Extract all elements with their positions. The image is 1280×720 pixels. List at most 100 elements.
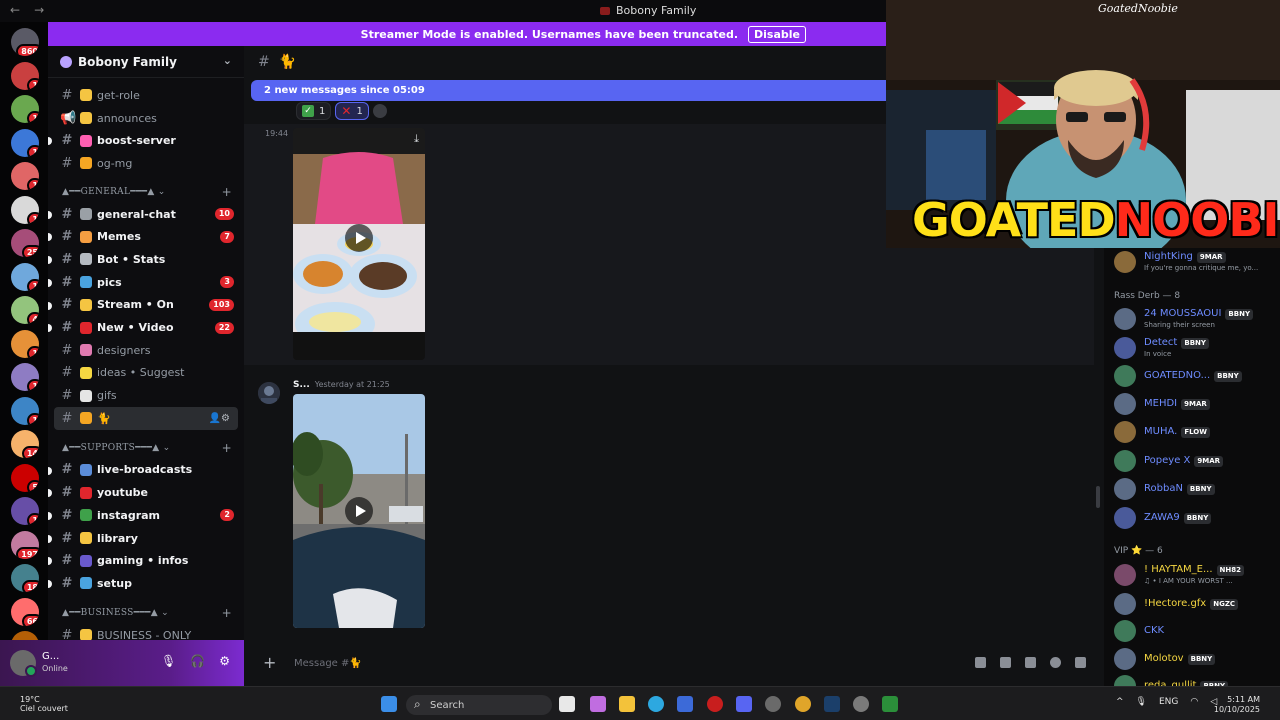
channel-item[interactable]: # Bot • Stats xyxy=(48,248,244,271)
server-icon[interactable]: 1 xyxy=(11,262,39,291)
chrome-icon[interactable] xyxy=(795,696,811,712)
headphones-icon[interactable]: 🎧 xyxy=(190,654,205,668)
server-icon[interactable]: 1 xyxy=(11,162,39,190)
channel-item[interactable]: # get-role xyxy=(48,84,244,107)
discord-icon[interactable] xyxy=(736,696,752,712)
member-item[interactable]: Popeye X 9MAR xyxy=(1114,450,1276,472)
server-icon[interactable]: 66 xyxy=(11,597,39,626)
channel-item[interactable]: # designers xyxy=(48,339,244,362)
channel-item[interactable]: # New • Video 22 xyxy=(48,316,244,339)
back-icon[interactable]: ← xyxy=(10,3,20,17)
taskbar-search[interactable]: Search xyxy=(406,695,552,715)
message-author[interactable]: S... Yesterday at 21:25 xyxy=(293,380,390,390)
channel-item[interactable]: # gaming • infos xyxy=(48,549,244,572)
member-item[interactable]: Detect BBNY In voice xyxy=(1114,337,1276,359)
gif-icon[interactable] xyxy=(1000,657,1011,668)
server-icon[interactable]: 1 xyxy=(11,195,39,224)
channel-item[interactable]: # pics 3 xyxy=(48,271,244,294)
category-business[interactable]: ▲━━ BUSINESS ━━━▲ ⌄ + xyxy=(48,602,244,624)
member-item[interactable]: RobbaN BBNY xyxy=(1114,478,1276,500)
chevron-up-icon[interactable]: ^ xyxy=(1116,697,1124,707)
channel-item[interactable]: # boost-server xyxy=(48,129,244,152)
play-button[interactable] xyxy=(345,497,373,525)
channel-item[interactable]: # general-chat 10 xyxy=(48,203,244,226)
server-icon[interactable]: 197 xyxy=(11,530,39,559)
channel-item[interactable]: # live-broadcasts xyxy=(48,459,244,482)
add-channel-icon[interactable]: + xyxy=(222,185,232,199)
channel-item[interactable]: # library xyxy=(48,527,244,550)
scrollbar-thumb[interactable] xyxy=(1096,486,1100,508)
user-info[interactable]: G... Online xyxy=(42,651,68,675)
video-attachment-street[interactable] xyxy=(293,394,425,628)
server-icon[interactable]: 1 xyxy=(11,396,39,425)
steam-icon[interactable] xyxy=(824,696,840,712)
video-attachment-food[interactable]: ⤓ xyxy=(293,128,425,360)
category-general[interactable]: ▲━━ GENERAL ━━━▲ ⌄ + xyxy=(48,181,244,203)
channel-item[interactable]: # instagram 2 xyxy=(48,504,244,527)
channel-item[interactable]: # youtube xyxy=(48,481,244,504)
channel-item[interactable]: # Stream • On 103 xyxy=(48,294,244,317)
play-button[interactable] xyxy=(345,224,373,252)
server-icon[interactable]: 4 xyxy=(11,296,39,324)
wifi-icon[interactable]: ◠ xyxy=(1190,697,1198,707)
apps-icon[interactable] xyxy=(1075,657,1086,668)
channel-item[interactable]: # setup xyxy=(48,572,244,595)
member-item[interactable]: 24 MOUSSAOUI BBNY Sharing their screen xyxy=(1114,308,1276,330)
message-composer[interactable]: + Message #🐈 xyxy=(254,650,1096,676)
channel-settings-icon[interactable]: 👤⚙ xyxy=(209,413,230,424)
app-icon[interactable] xyxy=(853,696,869,712)
member-item[interactable]: !Hectore.gfx NGZC xyxy=(1114,593,1276,615)
member-item[interactable]: CKK xyxy=(1114,620,1276,642)
task-view-icon[interactable] xyxy=(559,696,575,712)
server-icon[interactable]: 1 xyxy=(11,329,39,358)
server-icon[interactable]: 1 xyxy=(11,128,39,157)
guild-header[interactable]: Bobony Family ⌄ xyxy=(48,46,244,78)
server-icon[interactable]: 1 xyxy=(11,363,39,391)
reaction-check[interactable]: ✓ 1 xyxy=(296,102,332,120)
member-item[interactable]: MEHDI 9MAR xyxy=(1114,393,1276,415)
server-icon[interactable]: 860 xyxy=(11,28,39,56)
file-explorer-icon[interactable] xyxy=(619,696,635,712)
windows-start-icon[interactable] xyxy=(381,696,397,712)
server-icon[interactable]: 1 xyxy=(11,497,39,525)
server-icon[interactable]: 18 xyxy=(11,564,39,592)
member-item[interactable]: ZAWA9 BBNY xyxy=(1114,507,1276,529)
language-indicator[interactable]: ENG xyxy=(1159,697,1178,707)
sticker-icon[interactable] xyxy=(1025,657,1036,668)
channel-item[interactable]: 📢 announces xyxy=(48,107,244,130)
clock[interactable]: 5:11 AM 10/10/2025 xyxy=(1214,695,1260,715)
download-icon[interactable]: ⤓ xyxy=(414,132,419,146)
avatar[interactable] xyxy=(10,650,37,677)
server-icon[interactable]: 1 xyxy=(11,61,39,90)
gift-icon[interactable] xyxy=(975,657,986,668)
member-item[interactable]: GOATEDNO... BBNY xyxy=(1114,365,1276,387)
weather-widget[interactable]: 19°C Ciel couvert xyxy=(20,695,68,713)
channel-item[interactable]: # og-mg xyxy=(48,152,244,175)
channel-item[interactable]: # 🐈 👤⚙ xyxy=(54,406,238,430)
app-icon[interactable] xyxy=(707,696,723,712)
reaction-cross[interactable]: ✕ 1 xyxy=(335,102,369,120)
microphone-icon[interactable]: 🎙 xyxy=(1136,697,1147,707)
member-item[interactable]: Molotov BBNY xyxy=(1114,648,1276,670)
store-icon[interactable] xyxy=(677,696,693,712)
add-attachment-icon[interactable]: + xyxy=(263,653,276,672)
add-reaction-icon[interactable] xyxy=(372,104,387,118)
channel-item[interactable]: # ideas • Suggest xyxy=(48,362,244,385)
emoji-icon[interactable] xyxy=(1050,657,1061,668)
server-icon[interactable]: 14 xyxy=(11,430,39,458)
new-messages-bar[interactable]: 2 new messages since 05:09 xyxy=(251,80,886,101)
server-icon[interactable]: 5 xyxy=(11,463,39,492)
member-item[interactable]: NightKing 9MAR If you're gonna critique me… xyxy=(1114,251,1276,273)
add-channel-icon[interactable]: + xyxy=(222,441,232,455)
channel-item[interactable]: # gifs xyxy=(48,384,244,407)
terminal-icon[interactable] xyxy=(882,696,898,712)
microphone-icon[interactable]: 🎙 xyxy=(161,654,176,668)
channel-item[interactable]: # Memes 7 xyxy=(48,225,244,248)
chevron-down-icon[interactable]: ⌄ xyxy=(223,54,232,67)
add-channel-icon[interactable]: + xyxy=(222,606,232,620)
avatar[interactable] xyxy=(258,382,280,404)
obs-icon[interactable] xyxy=(765,696,781,712)
server-icon[interactable]: 25 xyxy=(11,229,39,257)
settings-gear-icon[interactable]: ⚙ xyxy=(219,654,230,668)
member-item[interactable]: ! HAYTAM_E... NH82 ♫ • I AM YOUR WORST ... xyxy=(1114,564,1276,586)
